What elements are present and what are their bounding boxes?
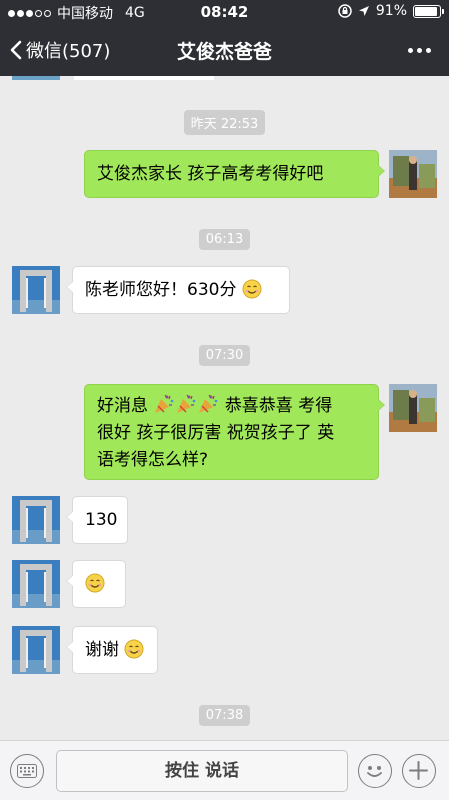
nav-bar: 微信(507) 艾俊杰爸爸 (0, 24, 449, 76)
more-functions-button[interactable] (402, 754, 436, 788)
message-text: 艾俊杰家长 孩子高考考得好吧 (97, 164, 324, 184)
contact-avatar[interactable] (12, 266, 60, 314)
hold-to-talk-button[interactable]: 按住 说话 (56, 750, 348, 792)
message-text: 语考得怎么样? (97, 450, 209, 470)
chevron-left-icon (10, 40, 22, 60)
message-bubble-received[interactable]: 陈老师您好！630分 (66, 266, 290, 314)
partial-message (74, 76, 214, 80)
more-options-button[interactable] (401, 38, 437, 62)
message-text: 谢谢 (85, 640, 119, 660)
party-popper-emoji-icon (197, 393, 219, 415)
contact-avatar[interactable] (12, 626, 60, 674)
keyboard-icon (17, 764, 37, 778)
plus-icon (409, 761, 428, 780)
message-bubble-received[interactable]: 130 (66, 496, 128, 544)
smile-emoji-icon (85, 573, 105, 593)
battery-icon (413, 4, 444, 18)
message-bubble-sent[interactable]: 艾俊杰家长 孩子高考考得好吧 (84, 150, 385, 198)
timestamp: 07:30 (0, 344, 449, 366)
timestamp: 07:38 (0, 704, 449, 726)
message-text: 恭喜恭喜 考得 (224, 396, 333, 416)
party-popper-emoji-icon (175, 393, 197, 415)
input-bar: 按住 说话 (0, 740, 449, 800)
smile-emoji-icon (124, 639, 144, 659)
message-text: 好消息 (97, 396, 148, 416)
message-text: 陈老师您好！630分 (85, 280, 237, 300)
back-label: 微信(507) (26, 41, 111, 62)
chat-area[interactable]: 昨天 22:53 艾俊杰家长 孩子高考考得好吧 06:13 陈老师您好！630分… (0, 76, 449, 740)
timestamp: 昨天 22:53 (0, 110, 449, 135)
message-text: 130 (85, 510, 118, 530)
partial-avatar (12, 76, 60, 80)
more-dots-icon (407, 47, 413, 53)
battery-percent: 91% (375, 3, 407, 19)
my-avatar[interactable] (389, 384, 437, 432)
message-bubble-received[interactable]: 谢谢 (66, 626, 158, 674)
message-text: 很好 孩子很厉害 祝贺孩子了 英 (97, 423, 335, 443)
timestamp: 06:13 (0, 228, 449, 250)
emoji-icon (367, 766, 382, 777)
location-arrow-icon (358, 6, 369, 16)
my-avatar[interactable] (389, 150, 437, 198)
message-bubble-received[interactable] (66, 560, 126, 608)
rotation-lock-icon (338, 4, 352, 18)
smile-emoji-icon (242, 279, 262, 299)
back-button[interactable]: 微信(507) (10, 37, 110, 63)
party-popper-emoji-icon (153, 393, 175, 415)
contact-avatar[interactable] (12, 560, 60, 608)
emoji-button[interactable] (358, 754, 392, 788)
message-bubble-sent[interactable]: 好消息 恭喜恭喜 考得 很好 孩子很厉害 祝贺孩子了 英 语考得怎么样? (84, 384, 385, 480)
contact-avatar[interactable] (12, 496, 60, 544)
keyboard-toggle-button[interactable] (10, 754, 44, 788)
status-bar: 中国移动 4G 08:42 91% (0, 0, 449, 24)
